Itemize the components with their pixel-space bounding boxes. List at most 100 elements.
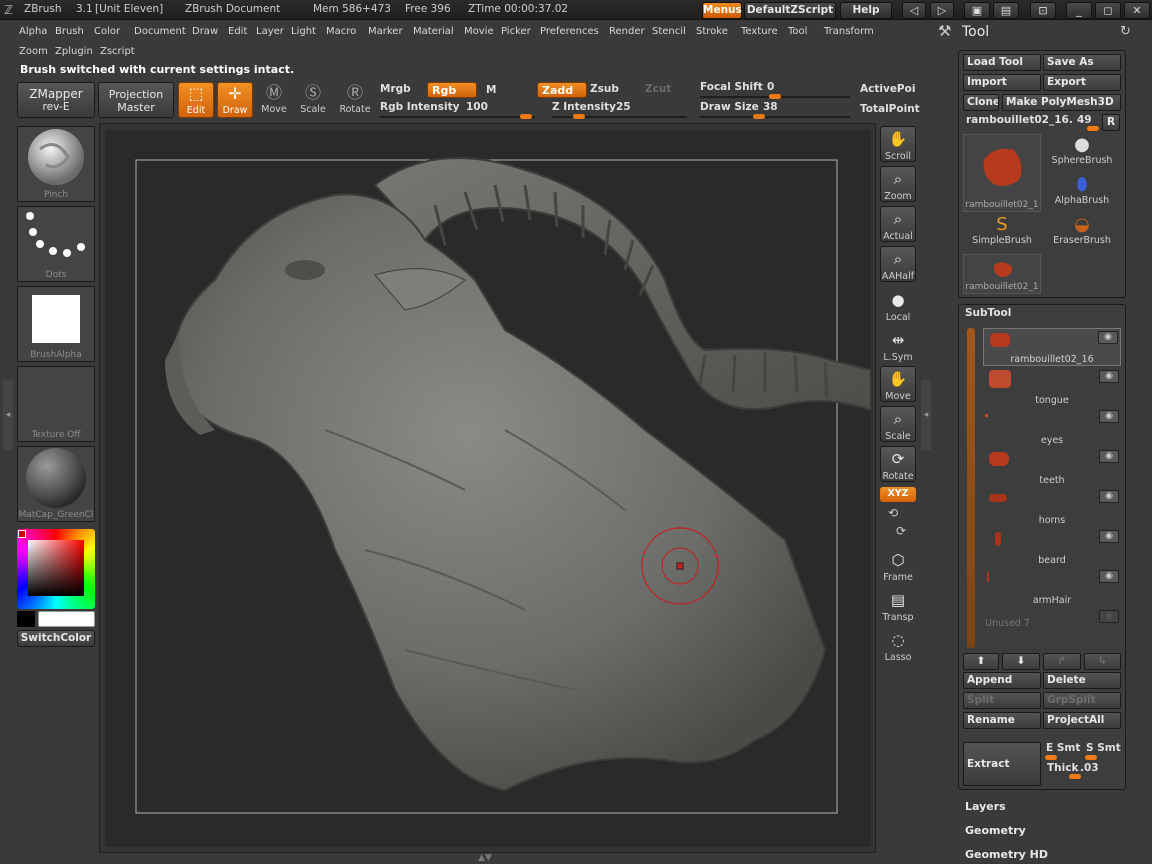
draw-size-value[interactable]: 38 xyxy=(763,101,778,113)
tool-thumb-rambouillet-large[interactable]: rambouillet02_1 xyxy=(963,134,1041,212)
material-selector[interactable]: MatCap_GreenCl xyxy=(17,446,95,522)
focal-shift-knob[interactable] xyxy=(769,94,781,99)
s-smt-label[interactable]: S Smt xyxy=(1086,742,1121,754)
refresh-icon[interactable]: ↻ xyxy=(1120,24,1131,39)
actual-button[interactable]: ⌕ Actual xyxy=(880,206,916,242)
rename-button[interactable]: Rename xyxy=(963,712,1041,729)
layers-section[interactable]: Layers xyxy=(965,800,1006,813)
minimize-icon[interactable]: _ xyxy=(1066,2,1092,19)
menu-edit[interactable]: Edit xyxy=(228,26,247,37)
e-smt-label[interactable]: E Smt xyxy=(1046,742,1080,754)
frame-button[interactable]: ⬡ Frame xyxy=(880,548,916,584)
subtool-up-icon[interactable]: ⬆ xyxy=(963,653,999,670)
subtool-item-teeth[interactable]: ◉ teeth xyxy=(983,448,1121,486)
menu-macro[interactable]: Macro xyxy=(326,26,356,37)
menu-zoom[interactable]: Zoom xyxy=(19,46,48,57)
switch-color-button[interactable]: SwitchColor xyxy=(17,630,95,647)
texture-selector[interactable]: Texture Off xyxy=(17,366,95,442)
geometry-section[interactable]: Geometry xyxy=(965,824,1026,837)
load-tool-button[interactable]: Load Tool xyxy=(963,54,1041,71)
eye-icon[interactable]: ◉ xyxy=(1099,370,1119,383)
menu-render[interactable]: Render xyxy=(609,26,645,37)
eye-icon[interactable]: ◉ xyxy=(1099,490,1119,503)
rotate-z-icon[interactable]: ⟳ xyxy=(896,524,906,538)
m-toggle[interactable]: M xyxy=(486,84,496,96)
subtool-item-unused[interactable]: Unused 7 ◉ xyxy=(983,608,1121,646)
secondary-color-swatch[interactable] xyxy=(17,611,35,627)
eye-icon[interactable]: ◉ xyxy=(1098,331,1118,344)
zsub-toggle[interactable]: Zsub xyxy=(590,83,619,95)
stroke-selector[interactable]: Dots xyxy=(17,206,95,282)
rgb-intensity-value[interactable]: 100 xyxy=(466,101,488,113)
menu-zplugin[interactable]: Zplugin xyxy=(55,46,93,57)
menu-layer[interactable]: Layer xyxy=(256,26,284,37)
rgb-intensity-knob[interactable] xyxy=(520,114,532,119)
menu-stroke[interactable]: Stroke xyxy=(696,26,728,37)
menu-tool[interactable]: Tool xyxy=(788,26,807,37)
make-polymesh-button[interactable]: Make PolyMesh3D xyxy=(1002,94,1121,111)
primary-color-swatch[interactable] xyxy=(38,611,95,627)
current-tool-value[interactable]: 49 xyxy=(1077,114,1092,126)
current-tool-name[interactable]: rambouillet02_16. xyxy=(966,114,1073,126)
thick-knob[interactable] xyxy=(1069,774,1081,779)
scroll-button[interactable]: ✋ Scroll xyxy=(880,126,916,162)
subtool-item-rambouillet[interactable]: ◉ rambouillet02_16 xyxy=(983,328,1121,366)
subtool-down-icon[interactable]: ⬇ xyxy=(1002,653,1040,670)
tray-right-icon[interactable]: ▷ xyxy=(930,2,954,19)
menu-transform[interactable]: Transform xyxy=(824,26,874,37)
maximize-icon[interactable]: ◻ xyxy=(1095,2,1121,19)
grpsplit-button[interactable]: GrpSplit xyxy=(1043,692,1121,709)
menu-movie[interactable]: Movie xyxy=(464,26,494,37)
left-tray-toggle-icon[interactable]: ◂ xyxy=(3,380,13,450)
move-mode-button[interactable]: Ⓜ Move xyxy=(256,82,292,118)
move-view-button[interactable]: ✋ Move xyxy=(880,366,916,402)
transp-button[interactable]: ▤ Transp xyxy=(880,588,916,624)
local-button[interactable]: ● Local xyxy=(880,288,916,324)
edit-mode-button[interactable]: ⬚ Edit xyxy=(178,82,214,118)
rotate-mode-button[interactable]: Ⓡ Rotate xyxy=(337,82,373,118)
projectall-button[interactable]: ProjectAll xyxy=(1043,712,1121,729)
menu-draw[interactable]: Draw xyxy=(192,26,218,37)
append-button[interactable]: Append xyxy=(963,672,1041,689)
menu-texture[interactable]: Texture xyxy=(741,26,778,37)
rotate-y-icon[interactable]: ⟲ xyxy=(888,506,898,520)
lsym-button[interactable]: ⇹ L.Sym xyxy=(880,328,916,364)
rotate-view-button[interactable]: ⟳ Rotate xyxy=(880,446,916,482)
layout-icon[interactable]: ▣ xyxy=(964,2,990,19)
subtool-item-horns[interactable]: ◉ horns xyxy=(983,488,1121,526)
eraser-brush-thumb[interactable]: ◒ EraserBrush xyxy=(1043,214,1121,254)
lasso-button[interactable]: ◌ Lasso xyxy=(880,628,916,664)
eye-icon[interactable]: ◉ xyxy=(1099,410,1119,423)
right-tray-toggle-icon[interactable]: ◂ xyxy=(921,380,931,450)
layout-alt-icon[interactable]: ▤ xyxy=(993,2,1019,19)
lock-icon[interactable]: ⊡ xyxy=(1030,2,1056,19)
s-smt-knob[interactable] xyxy=(1085,755,1097,760)
menu-stencil[interactable]: Stencil xyxy=(652,26,686,37)
eye-icon[interactable]: ◉ xyxy=(1099,450,1119,463)
xyz-toggle[interactable]: XYZ xyxy=(880,487,916,502)
eye-icon[interactable]: ◉ xyxy=(1099,570,1119,583)
e-smt-knob[interactable] xyxy=(1045,755,1057,760)
clone-button[interactable]: Clone xyxy=(963,94,999,111)
menu-light[interactable]: Light xyxy=(291,26,316,37)
z-intensity-value[interactable]: 25 xyxy=(616,101,631,113)
thick-value[interactable]: .03 xyxy=(1080,762,1099,774)
projection-master-button[interactable]: Projection Master xyxy=(98,82,174,118)
menu-color[interactable]: Color xyxy=(94,26,120,37)
subtool-move-down-icon[interactable]: ↳ xyxy=(1084,653,1121,670)
subtool-scrollbar[interactable] xyxy=(967,328,975,648)
export-button[interactable]: Export xyxy=(1043,74,1121,91)
menus-button[interactable]: Menus xyxy=(702,2,742,19)
simple-brush-thumb[interactable]: S SimpleBrush xyxy=(963,214,1041,254)
menu-document[interactable]: Document xyxy=(134,26,186,37)
import-button[interactable]: Import xyxy=(963,74,1041,91)
draw-mode-button[interactable]: ✛ Draw xyxy=(217,82,253,118)
subtool-item-tongue[interactable]: ◉ tongue xyxy=(983,368,1121,406)
menu-marker[interactable]: Marker xyxy=(368,26,403,37)
extract-button[interactable]: Extract xyxy=(963,742,1041,786)
rgb-toggle[interactable]: Rgb xyxy=(427,82,477,98)
eye-icon[interactable]: ◉ xyxy=(1099,610,1119,623)
document-canvas[interactable] xyxy=(105,130,872,847)
z-intensity-knob[interactable] xyxy=(573,114,585,119)
tray-left-icon[interactable]: ◁ xyxy=(902,2,926,19)
